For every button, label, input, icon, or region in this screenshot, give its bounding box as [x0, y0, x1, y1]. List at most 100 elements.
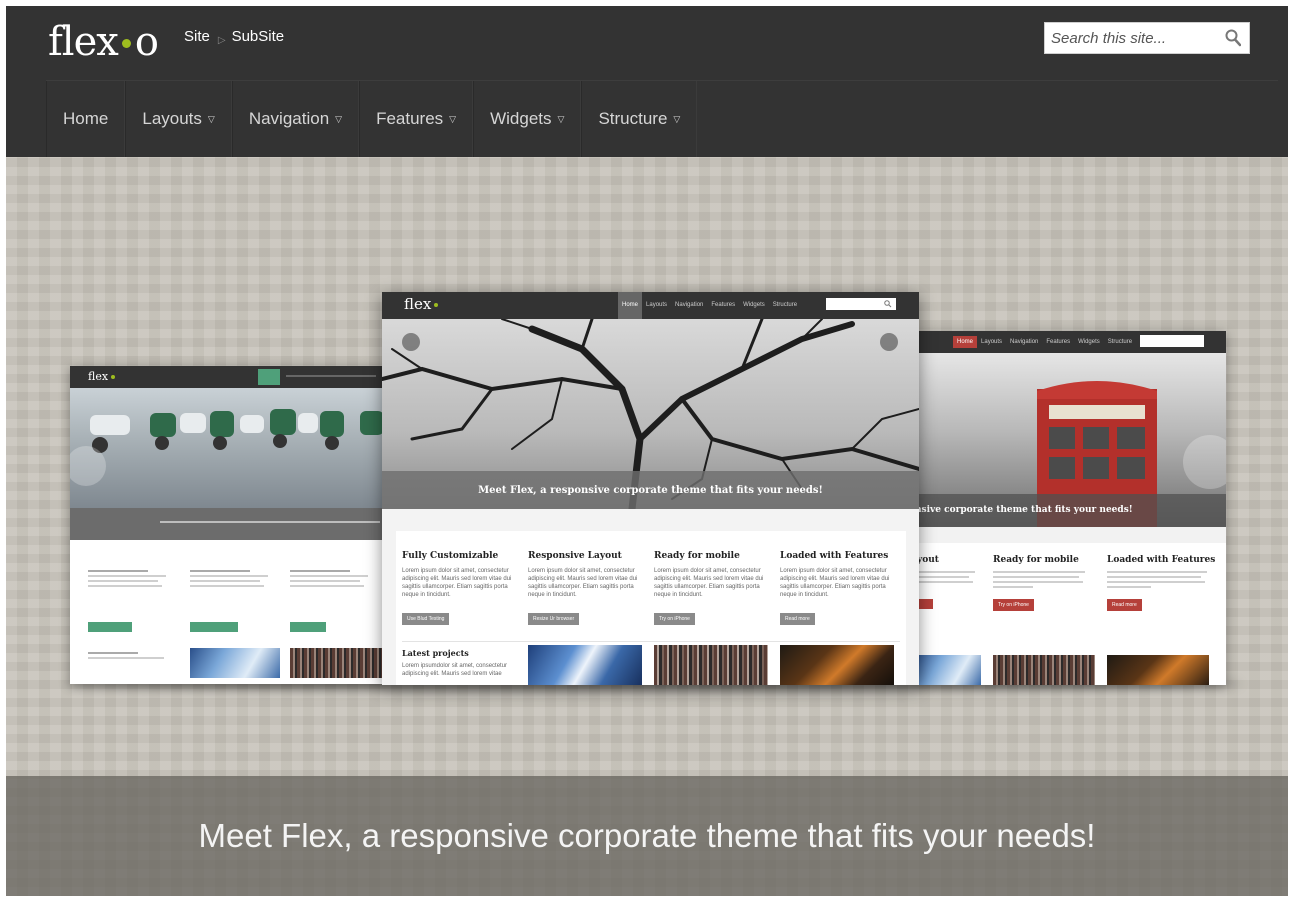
mockup-left-caption-bar: [70, 508, 386, 540]
mockup-left-nav-placeholder: [286, 375, 386, 380]
search-input[interactable]: [1051, 27, 1211, 49]
breadcrumb: Site ▷ SubSite: [184, 28, 285, 46]
mockup-left-latest: [88, 652, 168, 662]
mockup-right-col-title: yout: [917, 555, 939, 565]
mockup-center-col-button: Resize Ur browser: [528, 613, 580, 625]
mockup-left-button-2: [190, 622, 238, 632]
mockup-center-thumb-3: [780, 645, 894, 685]
mockup-left-topbar: flex: [70, 366, 386, 388]
mockup-center-col-3: Ready for mobile Lorem ipsum dolor sit a…: [654, 551, 770, 625]
nav-item-structure[interactable]: Structure ▽: [581, 81, 698, 157]
nav-item-features[interactable]: Features ▽: [359, 81, 474, 157]
mockup-center-caption-text: Meet Flex, a responsive corporate theme …: [478, 484, 823, 496]
mockup-right-next-arrow-icon: [1183, 435, 1226, 489]
mockup-left: flex: [70, 366, 386, 684]
mockup-center-latest-title: Latest projects: [402, 648, 469, 658]
mockup-center-col-title: Ready for mobile: [654, 551, 740, 561]
mockup-right-caption-text: nsive corporate theme that fits your nee…: [915, 505, 1133, 515]
nav-item-home[interactable]: Home: [46, 81, 126, 157]
mockup-right-col-text: [993, 571, 1093, 588]
mockup-right-col-button: [917, 599, 933, 609]
mockup-center-thumb-2: [654, 645, 768, 685]
nav-item-navigation[interactable]: Navigation ▽: [231, 81, 360, 157]
mockup-center-col-text: Lorem ipsum dolor sit amet, consectetur …: [780, 568, 890, 598]
mockup-left-thumb-2: [290, 648, 386, 678]
mockup-right-col-button: Try on iPhone: [993, 599, 1034, 611]
mockup-left-button-1: [88, 622, 132, 632]
search-icon[interactable]: [1225, 29, 1241, 47]
mockup-right-col-title: Loaded with Features: [1107, 555, 1216, 565]
mockup-center-col-button: Use Blud Testing: [402, 613, 450, 625]
mockup-right-nav-widgets: Widgets: [1078, 339, 1100, 345]
hero-caption: Meet Flex, a responsive corporate theme …: [6, 776, 1288, 896]
mockup-left-logo: flex: [88, 370, 116, 383]
mockup-right-col-2: Ready for mobile Try on iPhone: [993, 555, 1093, 611]
mockup-center-col-4: Loaded with Features Lorem ipsum dolor s…: [780, 551, 900, 625]
mockup-center-nav-features: Features: [711, 302, 736, 308]
mockup-center-col-text: Lorem ipsum dolor sit amet, consectetur …: [654, 568, 764, 598]
mockup-left-thumb-1: [190, 648, 280, 678]
caret-down-icon: ▽: [673, 113, 681, 124]
mockup-center-prev-arrow-icon: [402, 333, 420, 351]
mockup-left-col2: [190, 570, 270, 590]
mockup-center-thumb-1: [528, 645, 642, 685]
mockup-right-col-text: [917, 571, 977, 583]
mockup-center-nav-structure: Structure: [772, 302, 798, 308]
mockup-center-next-arrow-icon: [880, 333, 898, 351]
search-box: [1044, 22, 1250, 54]
mockup-center-col-button: Try on iPhone: [654, 613, 695, 625]
mockup-right-thumb-1: [915, 655, 981, 685]
search-icon: [884, 300, 892, 308]
caret-down-icon: ▽: [557, 113, 565, 124]
mockup-left-caption-placeholder: [160, 521, 380, 526]
nav-item-label: Features: [376, 109, 444, 128]
mockup-center-logo-text: flex: [404, 295, 432, 313]
logo-dot-icon: [121, 38, 131, 48]
mockup-center-col-text: Lorem ipsum dolor sit amet, consectetur …: [528, 568, 638, 598]
mockup-center-col-2: Responsive Layout Lorem ipsum dolor sit …: [528, 551, 644, 625]
mockup-right-col-3: Loaded with Features Read more: [1107, 555, 1217, 611]
mockup-center-nav: Home Layouts Navigation Features Widgets…: [618, 292, 801, 319]
mockup-left-content: [70, 540, 386, 684]
nav-item-label: Home: [63, 109, 109, 128]
mockup-right-nav-features: Features: [1046, 339, 1071, 345]
mockup-left-active-tab: [258, 369, 280, 385]
mockup-center-latest: Latest projects Lorem ipsumdolor sit ame…: [402, 648, 518, 678]
breadcrumb-subsite-link[interactable]: SubSite: [232, 28, 285, 45]
mockup-center-caption-bar: Meet Flex, a responsive corporate theme …: [382, 471, 919, 509]
nav-item-label: Layouts: [142, 109, 202, 128]
nav-item-widgets[interactable]: Widgets ▽: [473, 81, 582, 157]
mockup-right-caption-bar: nsive corporate theme that fits your nee…: [915, 494, 1226, 527]
mockup-left-slide-image: [70, 388, 386, 508]
mockup-right-topbar: Home Layouts Navigation Features Widgets…: [915, 331, 1226, 353]
mockup-right-thumb-3: [1107, 655, 1209, 685]
mockup-center-logo: flex: [404, 295, 439, 313]
nav-item-label: Structure: [598, 109, 668, 128]
mockup-right-search: [1140, 335, 1204, 347]
mockup-center-col-title: Fully Customizable: [402, 551, 499, 561]
site-logo[interactable]: flex o: [48, 16, 159, 68]
mockup-left-col3: [290, 570, 370, 590]
mockup-center-col-title: Responsive Layout: [528, 551, 622, 561]
hero-caption-text: Meet Flex, a responsive corporate theme …: [198, 817, 1096, 854]
mockup-center-nav-navigation: Navigation: [675, 302, 704, 308]
nav-item-layouts[interactable]: Layouts ▽: [125, 81, 232, 157]
mockup-right-nav-navigation: Navigation: [1010, 339, 1039, 345]
mockup-center-divider: [402, 641, 900, 642]
hero-slider[interactable]: flex Home Layouts Navigation Features Wi…: [6, 157, 1288, 896]
site-header: flexo Site ▷ SubSite Home Layouts ▽ Navigat…: [6, 6, 1288, 157]
mockup-right-col-text: [1107, 571, 1217, 588]
nav-item-label: Widgets: [490, 109, 552, 128]
mockup-center-search: [826, 298, 896, 310]
logo-dot-icon: [434, 303, 439, 307]
mockup-center-nav-layouts: Layouts: [646, 302, 668, 308]
breadcrumb-site-link[interactable]: Site: [184, 28, 210, 45]
mockup-right: Home Layouts Navigation Features Widgets…: [915, 331, 1226, 685]
mockup-center-slide-image: Meet Flex, a responsive corporate theme …: [382, 319, 919, 509]
mockup-center-topbar: flex Home Layouts Navigation Features Wi…: [382, 292, 919, 319]
mockup-right-col-title: Ready for mobile: [993, 555, 1079, 565]
scooters-icon: [90, 409, 384, 453]
mockup-left-prev-arrow-icon: [70, 446, 106, 486]
mockup-center-latest-text: Lorem ipsumdolor sit amet, consectetur a…: [402, 663, 508, 677]
mockup-center-content: Fully Customizable Lorem ipsum dolor sit…: [396, 531, 906, 685]
